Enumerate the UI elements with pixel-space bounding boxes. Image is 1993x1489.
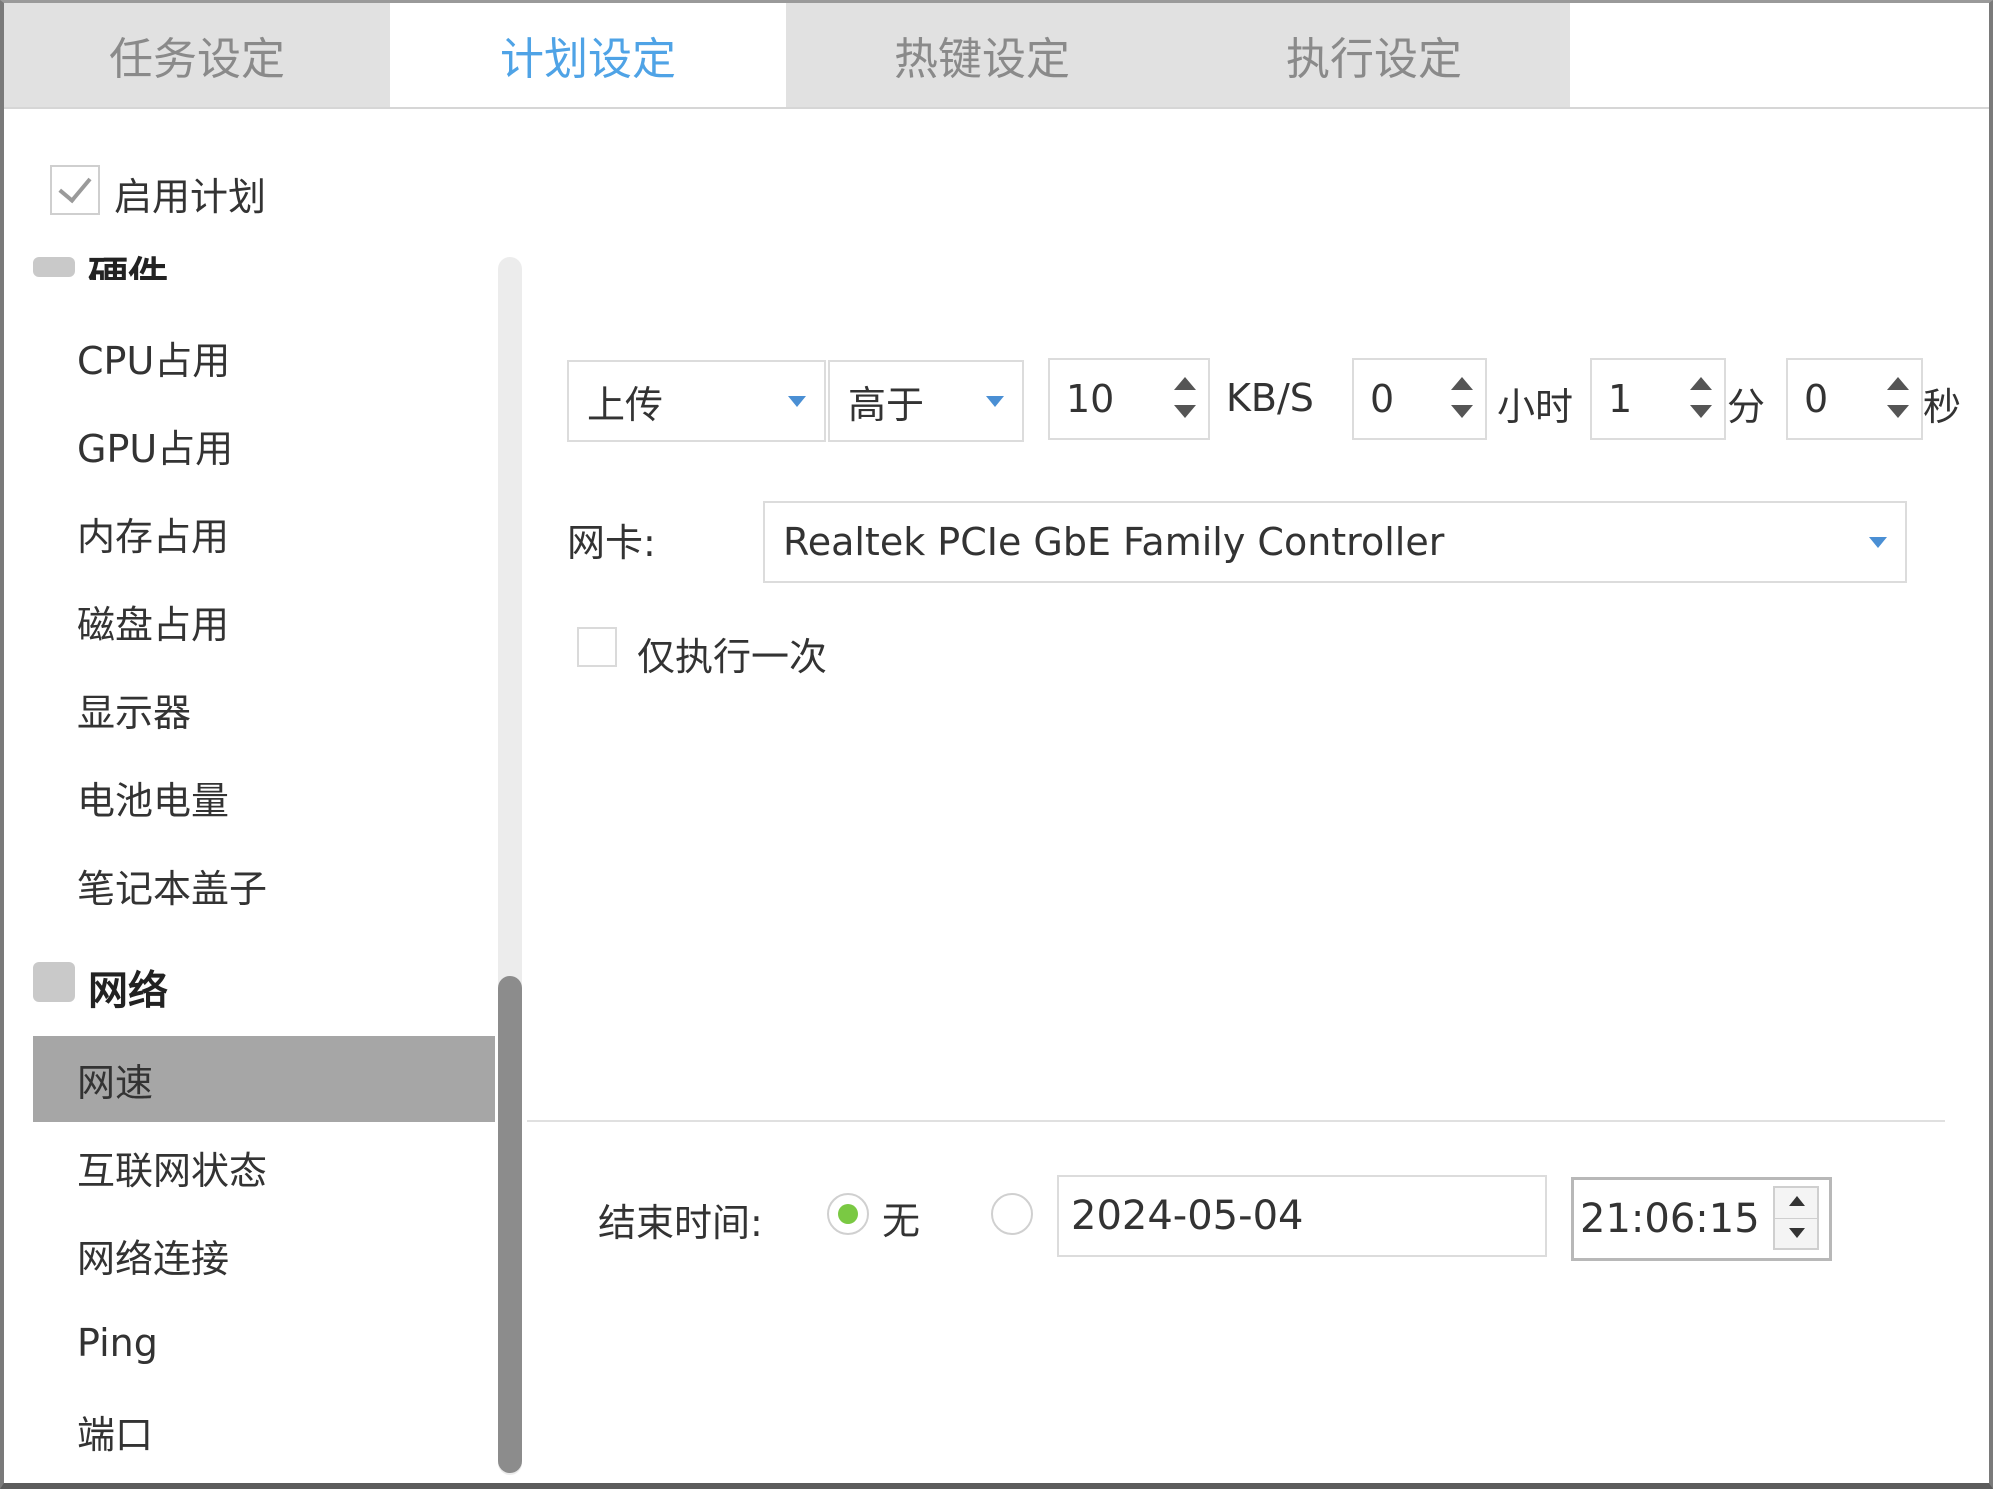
nic-value: Realtek PCIe GbE Family Controller [783, 520, 1445, 564]
threshold-stepper[interactable]: 10 [1048, 358, 1210, 440]
run-once-label: 仅执行一次 [637, 635, 828, 679]
end-date-field[interactable]: 2024-05-04 [1057, 1175, 1547, 1257]
nic-select[interactable]: Realtek PCIe GbE Family Controller [763, 501, 1907, 583]
sidebar-item-net-speed[interactable]: 网速 [33, 1036, 495, 1122]
spin-arrows-icon[interactable] [1447, 369, 1477, 429]
radio-selected-dot [838, 1204, 858, 1224]
end-time-none-label: 无 [882, 1199, 921, 1243]
enable-plan-checkbox[interactable] [50, 165, 100, 215]
direction-select[interactable]: 上传 [567, 360, 826, 442]
run-once-checkbox[interactable] [577, 627, 617, 667]
hours-value: 0 [1370, 377, 1395, 421]
chevron-down-icon [788, 395, 806, 407]
sidebar-item-internet-status[interactable]: 互联网状态 [33, 1124, 495, 1210]
comparison-value: 高于 [848, 382, 925, 427]
rate-unit-label: KB/S [1226, 376, 1314, 420]
sidebar-item-cpu[interactable]: CPU占用 [33, 314, 495, 400]
nic-label: 网卡: [567, 521, 656, 565]
tab-hotkey-settings[interactable]: 热键设定 [786, 3, 1178, 107]
collapse-icon[interactable] [33, 962, 75, 1002]
collapse-icon[interactable] [33, 257, 75, 277]
minutes-unit-label: 分 [1727, 385, 1766, 429]
sidebar-item-battery[interactable]: 电池电量 [33, 754, 495, 840]
spin-arrows-icon[interactable] [1883, 369, 1913, 429]
sidebar-scrollbar-thumb[interactable] [498, 976, 522, 1473]
group-hardware-label: 硬件 [88, 254, 168, 280]
minutes-stepper[interactable]: 1 [1590, 358, 1726, 440]
sidebar-item-gpu[interactable]: GPU占用 [33, 402, 495, 488]
spin-arrows-icon[interactable] [1686, 369, 1716, 429]
tab-execution-settings[interactable]: 执行设定 [1178, 3, 1570, 107]
enable-plan-label: 启用计划 [114, 175, 267, 219]
chevron-down-icon [986, 395, 1004, 407]
sidebar-item-ping[interactable]: Ping [33, 1300, 495, 1386]
sidebar-item-network-connection[interactable]: 网络连接 [33, 1212, 495, 1298]
spin-arrows-icon[interactable] [1170, 369, 1200, 429]
hours-stepper[interactable]: 0 [1352, 358, 1487, 440]
sidebar-item-disk[interactable]: 磁盘占用 [33, 578, 495, 664]
tab-plan-settings[interactable]: 计划设定 [390, 3, 786, 107]
end-time-label: 结束时间: [598, 1201, 763, 1245]
end-time-date-radio[interactable] [991, 1193, 1033, 1235]
sidebar-item-laptop-lid[interactable]: 笔记本盖子 [33, 842, 495, 928]
divider [527, 1120, 1945, 1122]
checkmark-icon [58, 168, 92, 204]
tab-task-settings[interactable]: 任务设定 [4, 3, 390, 107]
sidebar-item-port[interactable]: 端口 [33, 1388, 495, 1474]
direction-value: 上传 [587, 382, 664, 427]
sidebar-item-memory[interactable]: 内存占用 [33, 490, 495, 576]
chevron-down-icon [1869, 536, 1887, 548]
group-network-label: 网络 [88, 968, 168, 1014]
sidebar-item-display[interactable]: 显示器 [33, 666, 495, 752]
seconds-stepper[interactable]: 0 [1786, 358, 1923, 440]
hours-unit-label: 小时 [1497, 385, 1574, 429]
time-spin-icon[interactable] [1773, 1186, 1819, 1250]
minutes-value: 1 [1608, 377, 1633, 421]
threshold-value: 10 [1066, 377, 1115, 421]
seconds-value: 0 [1804, 377, 1829, 421]
end-time-none-radio[interactable] [827, 1193, 869, 1235]
comparison-select[interactable]: 高于 [828, 360, 1024, 442]
tab-bar: 任务设定 计划设定 热键设定 执行设定 [4, 3, 1989, 109]
seconds-unit-label: 秒 [1923, 385, 1962, 429]
